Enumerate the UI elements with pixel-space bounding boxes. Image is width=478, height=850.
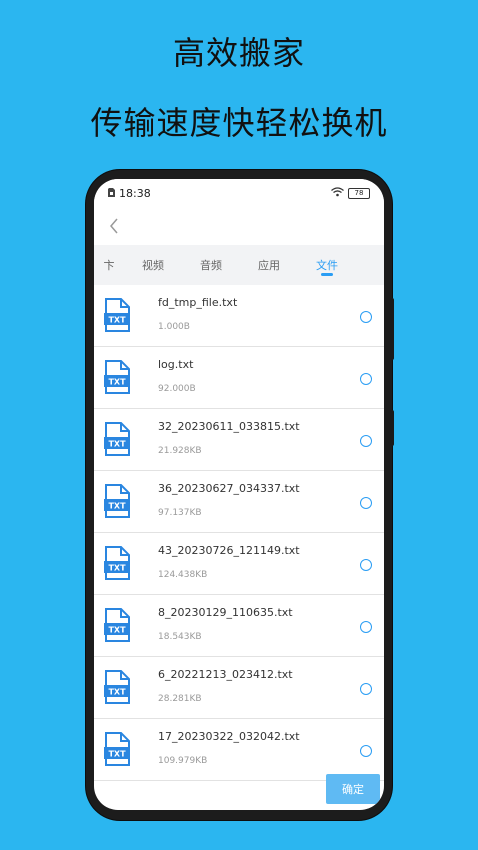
svg-text:TXT: TXT [108,440,126,449]
file-size: 109.979KB [158,756,208,766]
txt-file-icon: TXT [104,298,130,332]
chevron-left-icon [110,218,118,234]
file-size: 1.000B [158,322,190,332]
tab-audio[interactable]: 音频 [182,257,240,273]
file-list: TXT fd_tmp_file.txt 1.000B TXT log.txt 9… [94,285,384,781]
select-radio[interactable] [360,621,372,633]
status-bar: 18:38 78 [94,179,384,207]
promo-title: 高效搬家 [172,34,305,72]
phone-screen: 18:38 78 卞 视频 音频 应用 文件 TXT fd_tmp_file.t… [94,179,384,810]
tab-files[interactable]: 文件 [298,257,356,276]
txt-file-icon: TXT [104,484,130,518]
back-button[interactable] [102,214,126,238]
wifi-icon [331,186,344,200]
txt-file-icon: TXT [104,546,130,580]
file-name: 17_20230322_032042.txt [158,730,300,743]
list-item[interactable]: TXT log.txt 92.000B [94,347,384,409]
txt-file-icon: TXT [104,422,130,456]
svg-text:TXT: TXT [108,502,126,511]
txt-file-icon: TXT [104,732,130,766]
file-name: fd_tmp_file.txt [158,296,238,309]
tab-apps[interactable]: 应用 [240,257,298,273]
confirm-button[interactable]: 确定 [326,774,380,804]
svg-text:TXT: TXT [108,564,126,573]
select-radio[interactable] [360,311,372,323]
select-radio[interactable] [360,497,372,509]
file-size: 28.281KB [158,694,202,704]
file-name: 8_20230129_110635.txt [158,606,293,619]
list-item[interactable]: TXT 6_20221213_023412.txt 28.281KB [94,657,384,719]
tab-partial[interactable]: 卞 [94,257,124,273]
select-radio[interactable] [360,373,372,385]
list-item[interactable]: TXT 8_20230129_110635.txt 18.543KB [94,595,384,657]
file-name: 36_20230627_034337.txt [158,482,300,495]
list-item[interactable]: TXT 17_20230322_032042.txt 109.979KB [94,719,384,781]
category-tabs: 卞 视频 音频 应用 文件 [94,245,384,285]
list-item[interactable]: TXT 36_20230627_034337.txt 97.137KB [94,471,384,533]
power-button [390,410,394,446]
tab-video[interactable]: 视频 [124,257,182,273]
tab-active-indicator [321,273,333,276]
file-name: log.txt [158,358,194,371]
select-radio[interactable] [360,559,372,571]
promo-subtitle: 传输速度快轻松换机 [90,104,388,142]
txt-file-icon: TXT [104,670,130,704]
file-size: 92.000B [158,384,196,394]
txt-file-icon: TXT [104,608,130,642]
file-size: 124.438KB [158,570,208,580]
svg-text:TXT: TXT [108,378,126,387]
file-name: 6_20221213_023412.txt [158,668,293,681]
file-name: 32_20230611_033815.txt [158,420,300,433]
list-item[interactable]: TXT fd_tmp_file.txt 1.000B [94,285,384,347]
battery-level: 78 [354,188,364,197]
list-item[interactable]: TXT 43_20230726_121149.txt 124.438KB [94,533,384,595]
select-radio[interactable] [360,745,372,757]
status-time: 18:38 [119,186,151,200]
file-size: 97.137KB [158,508,202,518]
file-name: 43_20230726_121149.txt [158,544,300,557]
txt-file-icon: TXT [104,360,130,394]
svg-text:TXT: TXT [108,316,126,325]
top-bar [94,207,384,245]
select-radio[interactable] [360,435,372,447]
svg-text:TXT: TXT [108,688,126,697]
svg-text:TXT: TXT [108,626,126,635]
list-item[interactable]: TXT 32_20230611_033815.txt 21.928KB [94,409,384,471]
file-size: 21.928KB [158,446,202,456]
phone-frame: 18:38 78 卞 视频 音频 应用 文件 TXT fd_tmp_file.t… [86,170,394,820]
sim-icon [108,187,115,200]
battery-icon: 78 [348,187,370,199]
select-radio[interactable] [360,683,372,695]
volume-button [390,298,394,360]
svg-text:TXT: TXT [108,750,126,759]
file-size: 18.543KB [158,632,202,642]
